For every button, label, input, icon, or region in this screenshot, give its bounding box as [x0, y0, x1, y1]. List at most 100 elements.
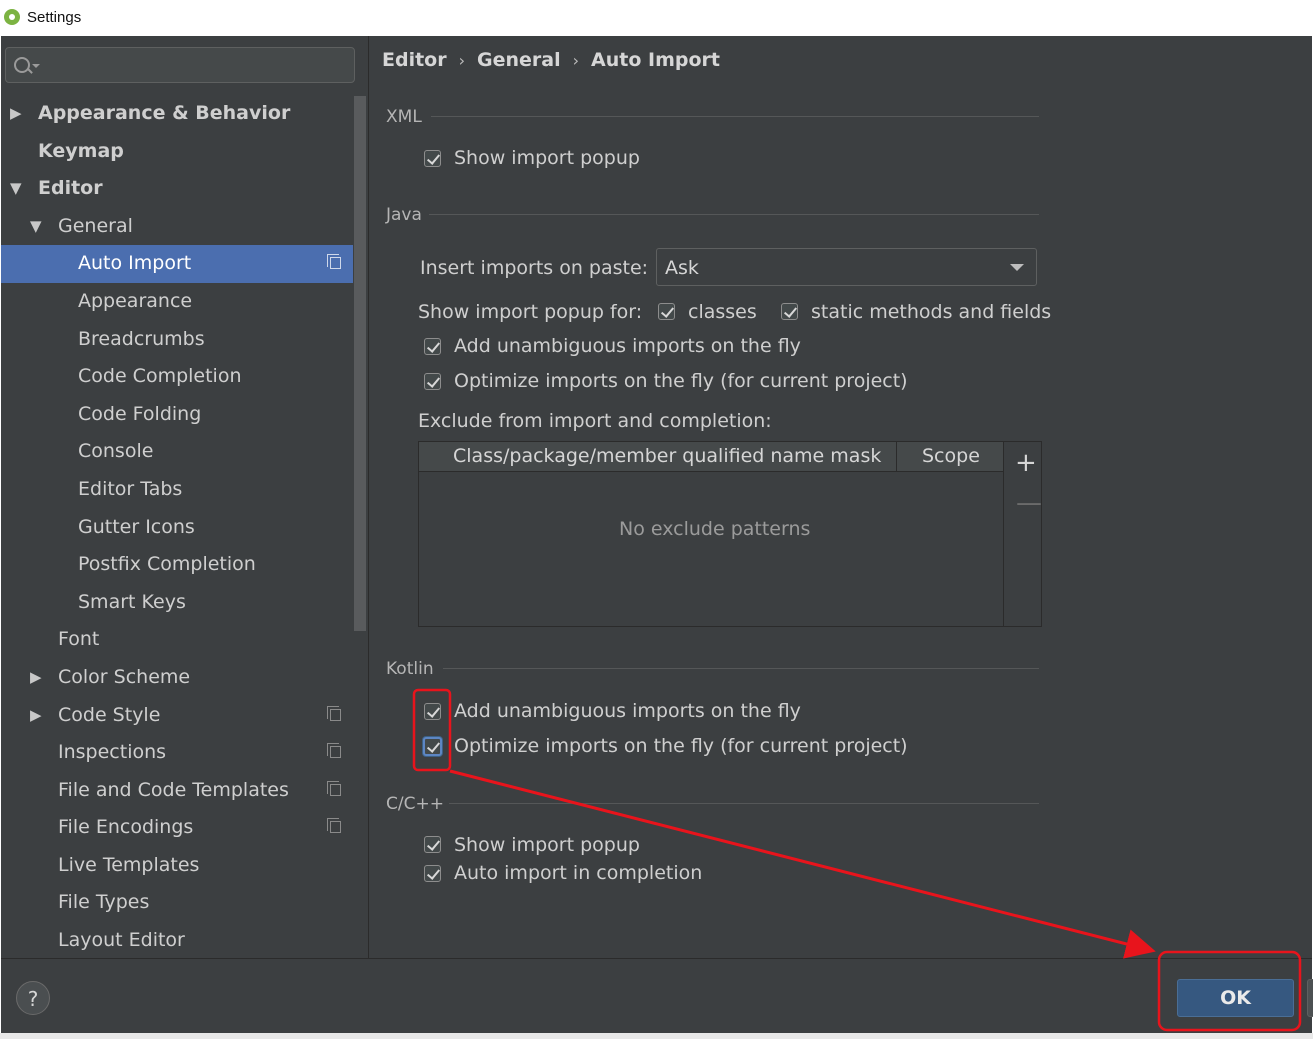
sidebar-item-label: Breadcrumbs	[78, 327, 205, 350]
search-input[interactable]	[5, 47, 355, 83]
sidebar-item-layout-editor[interactable]: Layout Editor	[1, 922, 353, 958]
auto-import-panel: Editor › General › Auto Import XML Show impo…	[369, 36, 1312, 958]
sidebar-item-appearance-behavior[interactable]: ▶ Appearance & Behavior	[1, 95, 353, 133]
cpp-auto-import-label[interactable]: Auto import in completion	[454, 862, 702, 884]
xml-show-import-popup-label[interactable]: Show import popup	[454, 147, 640, 169]
sidebar-item-label: Gutter Icons	[78, 515, 195, 538]
project-scope-icon	[327, 254, 341, 270]
static-methods-checkbox[interactable]	[781, 303, 798, 320]
section-kotlin: Kotlin	[386, 659, 434, 679]
cancel-button[interactable]	[1307, 979, 1313, 1017]
sidebar-item-general[interactable]: ▼ General	[1, 208, 353, 246]
section-xml: XML	[386, 107, 422, 127]
table-toolbar: + —	[1003, 442, 1042, 626]
kotlin-add-unambiguous-label[interactable]: Add unambiguous imports on the fly	[454, 700, 801, 722]
sidebar-item-editor[interactable]: ▼ Editor	[1, 170, 353, 208]
search-icon[interactable]	[14, 57, 30, 73]
help-button[interactable]: ?	[16, 981, 50, 1015]
insert-imports-value: Ask	[665, 257, 699, 279]
chevron-down-icon[interactable]	[1010, 264, 1024, 271]
chevron-right-icon: ›	[572, 51, 580, 70]
background-window-strip	[0, 1033, 1313, 1039]
sidebar-item-file-encodings[interactable]: File Encodings	[1, 809, 353, 847]
sidebar-item-inspections[interactable]: Inspections	[1, 734, 353, 772]
exclude-table[interactable]: Class/package/member qualified name mask…	[418, 441, 1042, 627]
static-methods-label[interactable]: static methods and fields	[811, 301, 1051, 323]
remove-icon[interactable]: —	[1016, 488, 1042, 518]
dialog-footer: ? OK	[1, 958, 1313, 1034]
expand-arrow-icon[interactable]: ▼	[10, 170, 22, 208]
breadcrumb-auto-import: Auto Import	[591, 49, 720, 71]
sidebar-item-breadcrumbs[interactable]: Breadcrumbs	[1, 321, 353, 359]
settings-sidebar: ▶ Appearance & Behavior Keymap ▼ Editor ▼ Gene…	[1, 36, 369, 958]
java-optimize-imports-label[interactable]: Optimize imports on the fly (for current…	[454, 370, 908, 392]
sidebar-item-label: Font	[58, 628, 100, 651]
cpp-auto-import-checkbox[interactable]	[424, 865, 441, 882]
collapse-arrow-icon[interactable]: ▶	[30, 659, 42, 697]
sidebar-item-label: Smart Keys	[78, 590, 186, 613]
column-divider[interactable]	[896, 442, 897, 471]
sidebar-item-label: File Types	[58, 891, 150, 914]
sidebar-item-label: Inspections	[58, 741, 167, 764]
sidebar-item-label: Code Folding	[78, 402, 202, 425]
cpp-show-import-popup-label[interactable]: Show import popup	[454, 834, 640, 856]
sidebar-item-gutter-icons[interactable]: Gutter Icons	[1, 509, 353, 547]
java-optimize-imports-checkbox[interactable]	[424, 373, 441, 390]
sidebar-item-file-types[interactable]: File Types	[1, 884, 353, 922]
project-scope-icon	[327, 743, 341, 759]
sidebar-item-console[interactable]: Console	[1, 433, 353, 471]
column-scope[interactable]: Scope	[922, 445, 980, 467]
sidebar-item-editor-tabs[interactable]: Editor Tabs	[1, 471, 353, 509]
sidebar-item-label: Console	[78, 440, 154, 463]
section-divider	[431, 116, 1039, 117]
breadcrumb-general[interactable]: General	[477, 49, 561, 71]
sidebar-item-appearance[interactable]: Appearance	[1, 283, 353, 321]
collapse-arrow-icon[interactable]: ▶	[10, 95, 22, 133]
java-add-unambiguous-label[interactable]: Add unambiguous imports on the fly	[454, 335, 801, 357]
sidebar-item-auto-import[interactable]: Auto Import	[1, 245, 353, 283]
chevron-down-icon[interactable]	[32, 64, 40, 68]
insert-imports-label: Insert imports on paste:	[420, 257, 649, 279]
cpp-show-import-popup-checkbox[interactable]	[424, 836, 441, 853]
window-title: Settings	[27, 9, 82, 26]
section-divider	[443, 668, 1039, 669]
sidebar-item-font[interactable]: Font	[1, 621, 353, 659]
classes-checkbox[interactable]	[658, 303, 675, 320]
ok-button[interactable]: OK	[1177, 979, 1294, 1017]
sidebar-item-code-style[interactable]: ▶ Code Style	[1, 697, 353, 735]
sidebar-item-label: Code Style	[58, 703, 161, 726]
sidebar-item-smart-keys[interactable]: Smart Keys	[1, 584, 353, 622]
insert-imports-select[interactable]: Ask	[656, 248, 1037, 286]
kotlin-optimize-imports-label[interactable]: Optimize imports on the fly (for current…	[454, 735, 908, 757]
java-add-unambiguous-checkbox[interactable]	[424, 338, 441, 355]
sidebar-item-label: File and Code Templates	[58, 778, 289, 801]
breadcrumb-editor[interactable]: Editor	[382, 49, 447, 71]
section-java: Java	[386, 205, 422, 225]
show-import-popup-for-label: Show import popup for:	[418, 301, 643, 323]
collapse-arrow-icon[interactable]: ▶	[30, 697, 42, 735]
settings-dialog: ▶ Appearance & Behavior Keymap ▼ Editor ▼ Gene…	[1, 36, 1313, 1034]
sidebar-scrollbar[interactable]	[354, 96, 366, 631]
sidebar-item-live-templates[interactable]: Live Templates	[1, 847, 353, 885]
sidebar-item-postfix-completion[interactable]: Postfix Completion	[1, 546, 353, 584]
sidebar-item-file-and-code-templates[interactable]: File and Code Templates	[1, 772, 353, 810]
sidebar-item-color-scheme[interactable]: ▶ Color Scheme	[1, 659, 353, 697]
sidebar-item-code-completion[interactable]: Code Completion	[1, 358, 353, 396]
expand-arrow-icon[interactable]: ▼	[30, 208, 42, 246]
sidebar-item-code-folding[interactable]: Code Folding	[1, 396, 353, 434]
kotlin-add-unambiguous-checkbox[interactable]	[424, 703, 441, 720]
classes-label[interactable]: classes	[688, 301, 757, 323]
section-divider	[429, 214, 1039, 215]
xml-show-import-popup-checkbox[interactable]	[424, 150, 441, 167]
sidebar-item-label: Editor	[38, 177, 103, 200]
android-studio-icon	[4, 9, 20, 25]
add-icon[interactable]: +	[1015, 448, 1037, 478]
sidebar-item-label: Appearance	[78, 289, 193, 312]
section-cpp: C/C++	[386, 794, 444, 814]
kotlin-optimize-imports-checkbox[interactable]	[423, 737, 442, 756]
empty-message: No exclude patterns	[619, 518, 811, 540]
exclude-label: Exclude from import and completion:	[418, 410, 772, 432]
sidebar-item-keymap[interactable]: Keymap	[1, 133, 353, 171]
column-mask[interactable]: Class/package/member qualified name mask	[453, 445, 881, 467]
breadcrumb: Editor › General › Auto Import	[382, 49, 720, 71]
